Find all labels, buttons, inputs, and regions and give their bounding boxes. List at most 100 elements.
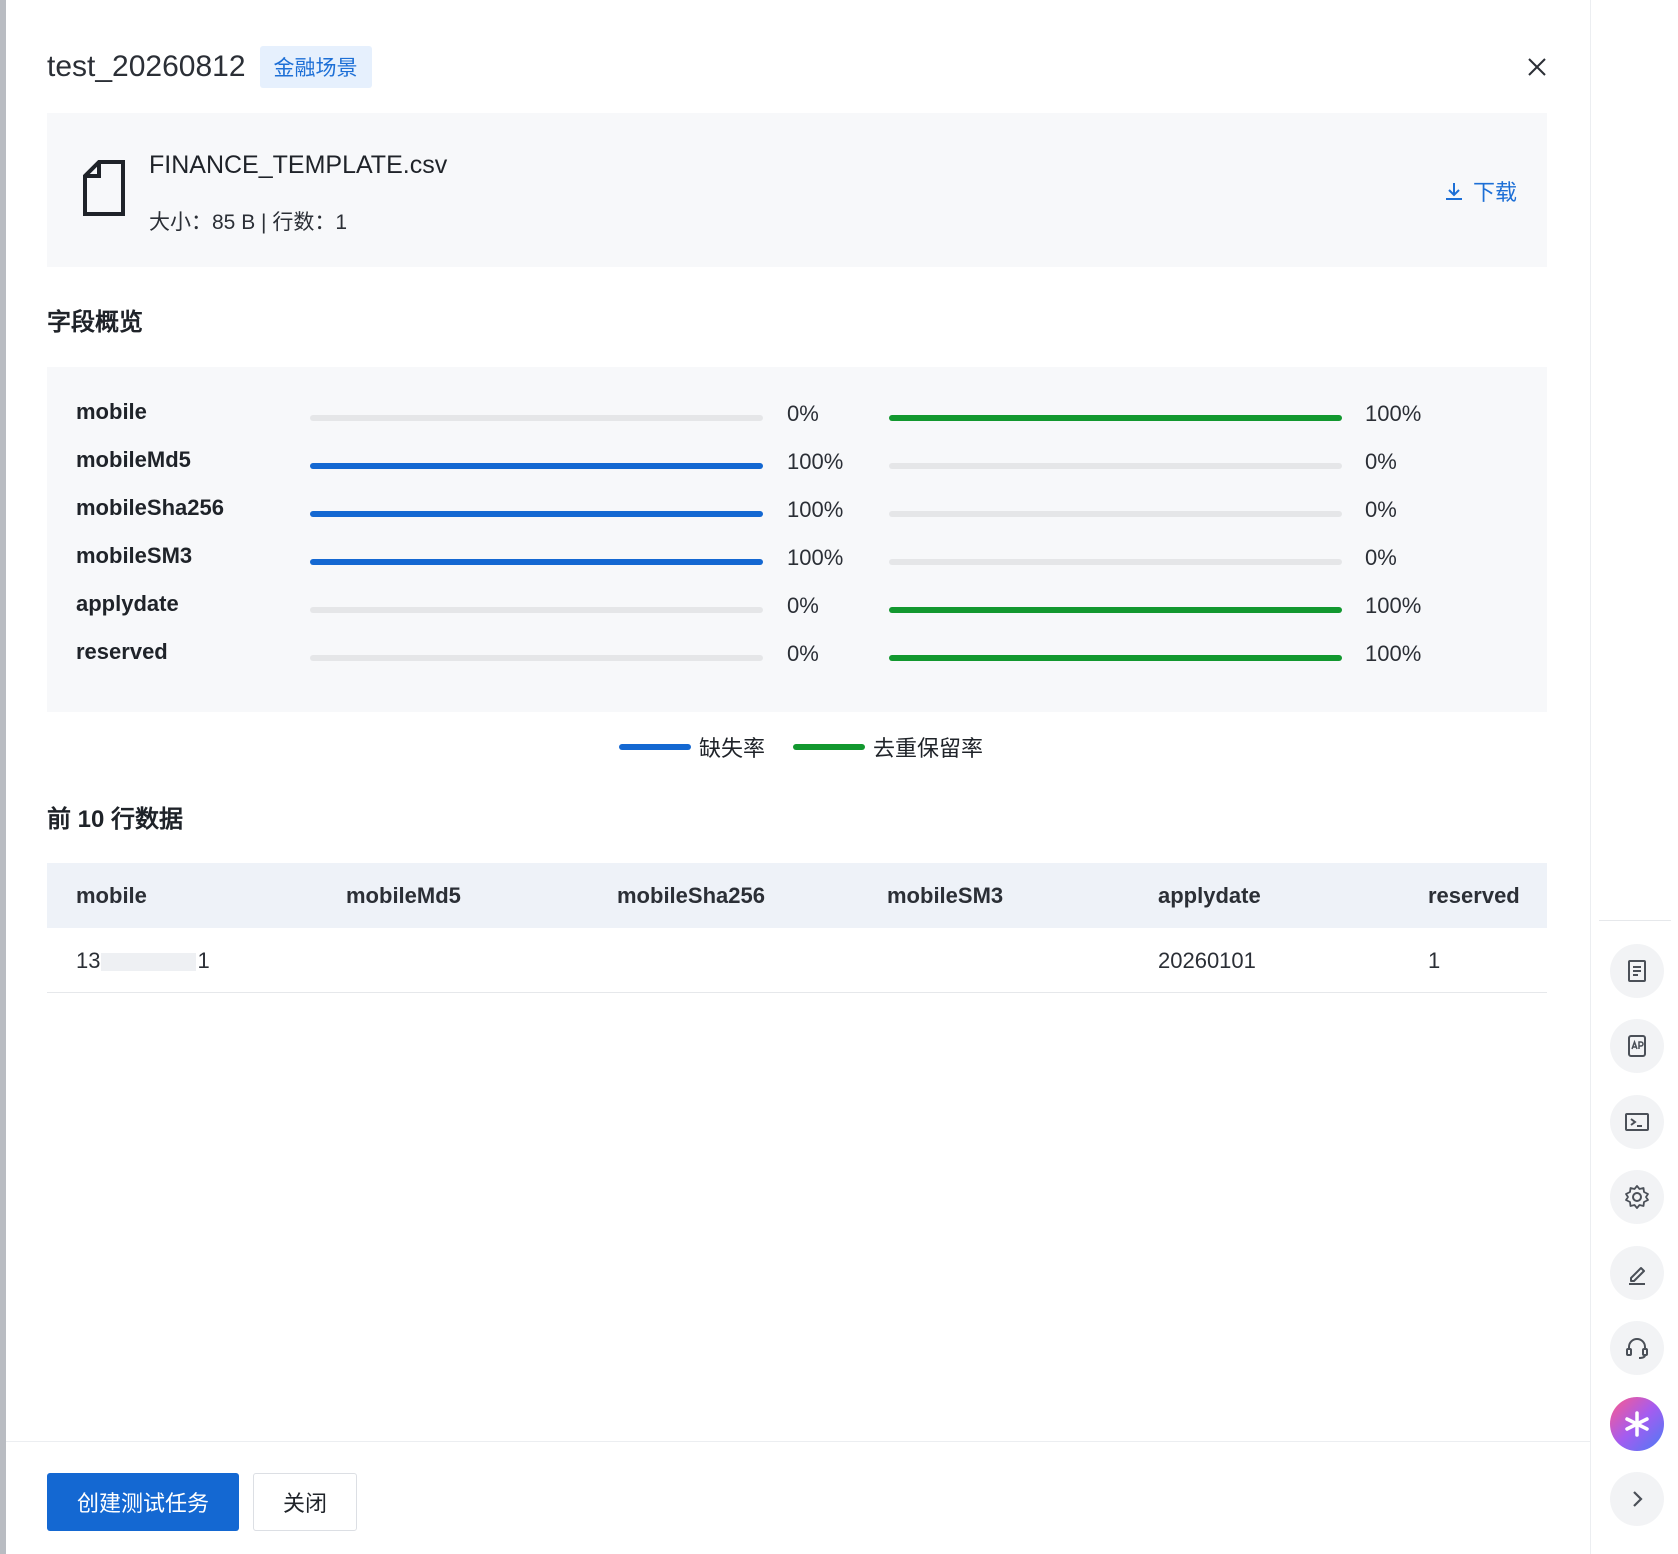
field-name: reserved: [76, 639, 168, 664]
field-name: mobileMd5: [76, 447, 191, 472]
overview-row-mobileSha256: mobileSha256 100% 0%: [47, 493, 1547, 533]
file-meta: 大小：85 B | 行数：1: [149, 211, 348, 234]
mobile-suffix: 1: [197, 948, 210, 973]
document-button[interactable]: [1610, 944, 1664, 998]
missing-rate-track: [310, 607, 763, 613]
missing-rate-label: 100%: [787, 497, 844, 522]
legend-swatch-missing: [618, 744, 691, 750]
missing-rate-bar: [310, 463, 763, 469]
dedup-rate-track: [889, 559, 1342, 565]
file-card: FINANCE_TEMPLATE.csv 大小：85 B | 行数：1 下载: [47, 113, 1547, 267]
column-header-mobileMd5: mobileMd5: [346, 883, 461, 908]
dedup-rate-bar: [889, 655, 1342, 661]
overview-row-mobileMd5: mobileMd5 100% 0%: [47, 445, 1547, 485]
dataset-detail-drawer: test_20260812 金融场景 FINANCE_TEMPLATE.csv …: [6, 0, 1590, 1554]
dedup-rate-track: [889, 655, 1342, 661]
preview-title: 前 10 行数据: [47, 806, 184, 833]
column-header-reserved: reserved: [1428, 883, 1520, 908]
missing-rate-bar: [310, 559, 763, 565]
collapse-toolbar-button[interactable]: [1610, 1472, 1664, 1526]
mobile-prefix: 13: [76, 948, 101, 973]
cell-applydate: 20260101: [1158, 948, 1256, 973]
chevron-right-icon: [1633, 1491, 1643, 1507]
edit-icon: [1629, 1267, 1645, 1285]
field-name: applydate: [76, 591, 179, 616]
overview-row-mobileSM3: mobileSM3 100% 0%: [47, 541, 1547, 581]
overview-row-applydate: applydate 0% 100%: [47, 589, 1547, 629]
missing-rate-label: 100%: [787, 545, 844, 570]
download-icon: [1445, 183, 1462, 200]
dedup-rate-label: 100%: [1365, 641, 1422, 666]
terminal-button[interactable]: [1610, 1095, 1664, 1149]
download-link[interactable]: 下载: [1443, 175, 1517, 207]
download-label: 下载: [1472, 180, 1517, 205]
overview-row-reserved: reserved 0% 100%: [47, 637, 1547, 677]
right-toolbar: [1590, 0, 1678, 1554]
field-overview-chart: mobile 0% 100% mobileMd5 100% 0% mobileSha256 1…: [47, 367, 1547, 712]
missing-rate-bar: [310, 511, 763, 517]
column-header-mobileSM3: mobileSM3: [887, 883, 1004, 908]
file-name: FINANCE_TEMPLATE.csv: [149, 151, 448, 179]
field-name: mobileSha256: [76, 495, 224, 520]
ai-assistant-button[interactable]: [1610, 1397, 1664, 1451]
missing-rate-track: [310, 511, 763, 517]
cell-mobile: 13 1: [76, 948, 210, 974]
close-icon: [1528, 58, 1546, 76]
edit-button[interactable]: [1610, 1246, 1664, 1300]
dedup-rate-track: [889, 607, 1342, 613]
rail-divider: [1599, 920, 1671, 921]
table-row: 13 1 20260101 1: [47, 928, 1547, 993]
missing-rate-track: [310, 655, 763, 661]
close-drawer-button[interactable]: 关闭: [253, 1473, 357, 1531]
overview-title: 字段概览: [47, 309, 143, 336]
missing-rate-label: 0%: [787, 401, 819, 426]
settings-button[interactable]: [1610, 1170, 1664, 1224]
dedup-rate-bar: [889, 607, 1342, 613]
legend-label-dedup: 去重保留率: [873, 736, 984, 761]
legend-label-missing: 缺失率: [698, 736, 765, 761]
ai-assistant-icon: [1625, 1411, 1649, 1437]
dedup-rate-label: 0%: [1365, 497, 1397, 522]
create-test-task-button[interactable]: 创建测试任务: [47, 1473, 239, 1531]
column-header-mobile: mobile: [76, 883, 147, 908]
gear-icon: [1625, 1185, 1649, 1209]
masked-value: [101, 953, 197, 972]
dedup-rate-track: [889, 511, 1342, 517]
dedup-rate-label: 0%: [1365, 545, 1397, 570]
scene-tag: 金融场景: [259, 46, 372, 88]
close-button[interactable]: [1520, 50, 1554, 84]
missing-rate-track: [310, 463, 763, 469]
dedup-rate-label: 100%: [1365, 401, 1422, 426]
legend-item-missing[interactable]: 缺失率: [618, 731, 765, 763]
dedup-rate-track: [889, 463, 1342, 469]
headset-icon: [1626, 1338, 1648, 1359]
column-header-applydate: applydate: [1158, 883, 1261, 908]
file-icon: [83, 160, 125, 216]
terminal-icon: [1625, 1113, 1649, 1131]
table-header: mobile mobileMd5 mobileSha256 mobileSM3 …: [47, 863, 1547, 928]
cell-reserved: 1: [1428, 948, 1441, 973]
dedup-rate-label: 0%: [1365, 449, 1397, 474]
footer-divider: [6, 1441, 1590, 1442]
missing-rate-track: [310, 415, 763, 421]
app-button[interactable]: [1610, 1019, 1664, 1073]
chart-legend: 缺失率 去重保留率: [6, 731, 1596, 763]
field-name: mobileSM3: [76, 543, 193, 568]
dedup-rate-bar: [889, 415, 1342, 421]
app-icon: [1628, 1035, 1646, 1057]
missing-rate-track: [310, 559, 763, 565]
drawer-title: test_20260812: [47, 50, 246, 83]
legend-item-dedup[interactable]: 去重保留率: [793, 731, 983, 763]
dedup-rate-label: 100%: [1365, 593, 1422, 618]
legend-swatch-dedup: [793, 744, 865, 750]
field-name: mobile: [76, 399, 147, 424]
preview-table: mobile mobileMd5 mobileSha256 mobileSM3 …: [47, 863, 1547, 993]
dedup-rate-track: [889, 415, 1342, 421]
missing-rate-label: 0%: [787, 641, 819, 666]
missing-rate-label: 100%: [787, 449, 844, 474]
drawer-header: test_20260812 金融场景: [47, 46, 372, 88]
column-header-mobileSha256: mobileSha256: [617, 883, 765, 908]
support-button[interactable]: [1610, 1321, 1664, 1375]
overview-row-mobile: mobile 0% 100%: [47, 397, 1547, 437]
missing-rate-label: 0%: [787, 593, 819, 618]
